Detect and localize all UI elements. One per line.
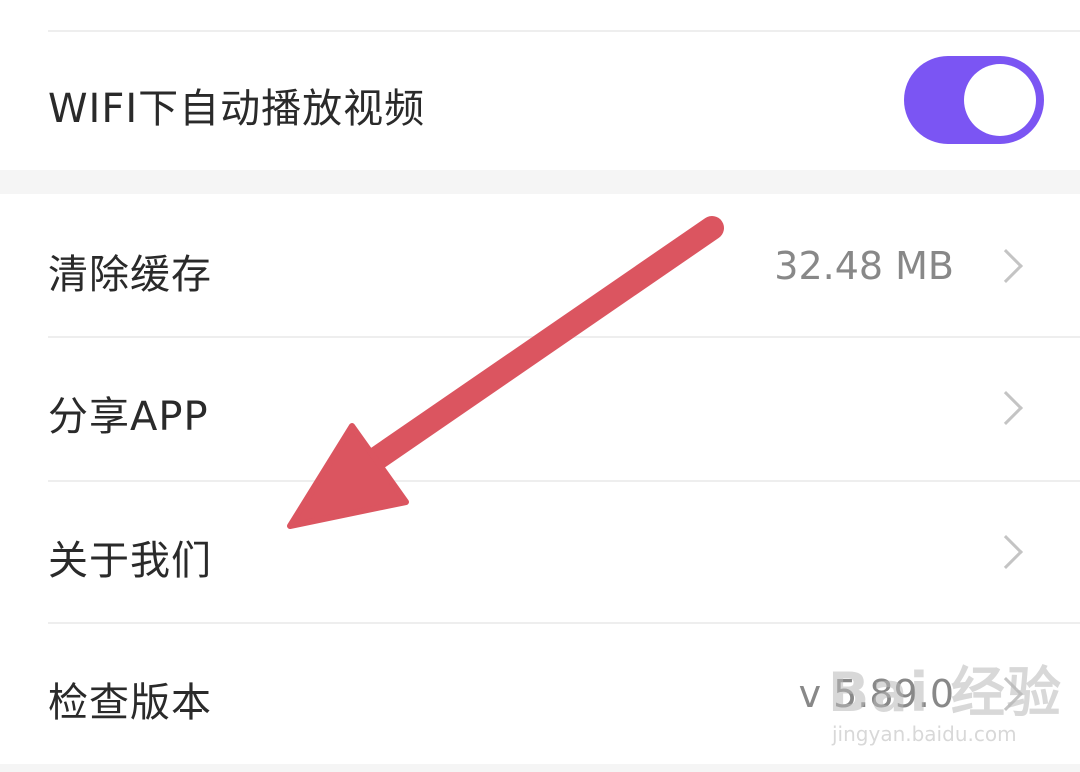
chevron-right-icon: [989, 535, 1023, 569]
about-us-row[interactable]: 关于我们: [0, 482, 1080, 622]
chevron-right-icon: [989, 391, 1023, 425]
settings-group-top: WIFI下自动播放视频: [0, 0, 1080, 170]
toggle-knob: [964, 64, 1036, 136]
wifi-autoplay-label: WIFI下自动播放视频: [48, 86, 426, 132]
about-us-label: 关于我们: [48, 538, 212, 584]
watermark-logo: Bai 经验: [828, 661, 1063, 724]
wifi-autoplay-toggle[interactable]: [904, 56, 1044, 144]
clear-cache-row[interactable]: 清除缓存 32.48 MB: [0, 194, 1080, 336]
wifi-autoplay-row[interactable]: WIFI下自动播放视频: [0, 32, 1080, 170]
watermark-url: jingyan.baidu.com: [832, 722, 1017, 746]
baidu-jingyan-watermark: Bai 经验 jingyan.baidu.com: [828, 648, 1061, 760]
chevron-right-icon: [989, 249, 1023, 283]
clear-cache-label: 清除缓存: [48, 252, 212, 298]
share-app-label: 分享APP: [48, 394, 209, 440]
cache-size-value: 32.48 MB: [774, 244, 954, 288]
check-version-label: 检查版本: [48, 680, 212, 726]
share-app-row[interactable]: 分享APP: [0, 338, 1080, 480]
